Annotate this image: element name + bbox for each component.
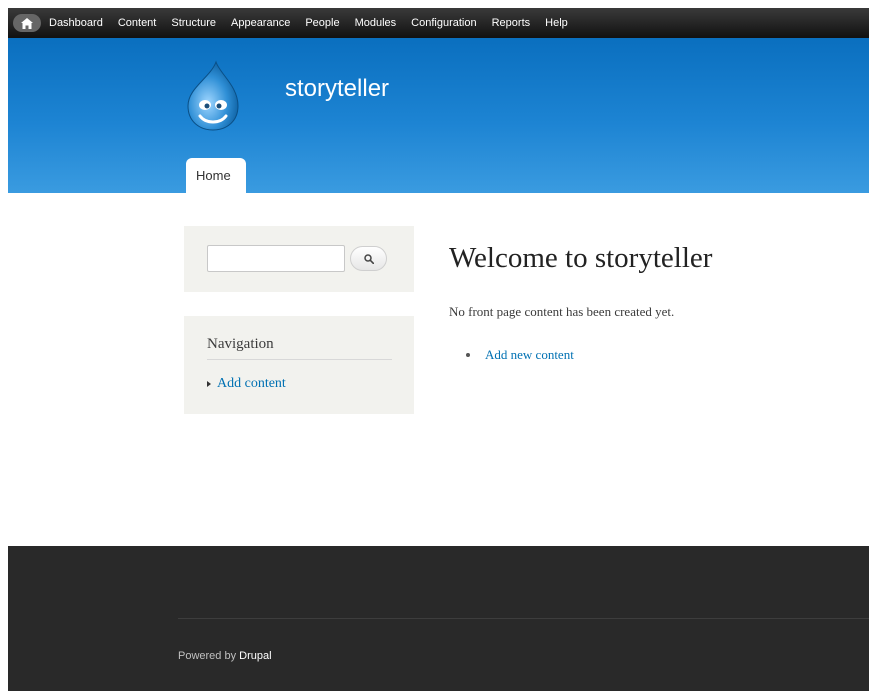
search-input[interactable] [207, 245, 345, 272]
navigation-block: Navigation Add content [184, 316, 414, 414]
toolbar-dashboard[interactable]: Dashboard [49, 17, 103, 29]
toolbar-structure[interactable]: Structure [171, 17, 216, 29]
admin-toolbar: Dashboard Content Structure Appearance P… [8, 8, 869, 38]
toolbar-content[interactable]: Content [118, 17, 157, 29]
add-new-content-link[interactable]: Add new content [485, 347, 574, 363]
site-footer: Powered by Drupal [8, 546, 869, 691]
toolbar-configuration[interactable]: Configuration [411, 17, 476, 29]
nav-item-label[interactable]: Add content [217, 376, 286, 392]
bullet-icon [466, 353, 470, 357]
site-name[interactable]: storyteller [285, 75, 389, 103]
empty-content-message: No front page content has been created y… [449, 304, 675, 319]
footer-divider [178, 618, 869, 619]
page-title: Welcome to storyteller [449, 242, 713, 274]
drupal-logo-icon[interactable] [186, 60, 240, 132]
footer-credit: Powered by Drupal [178, 650, 272, 662]
search-block [184, 226, 414, 292]
toolbar-reports[interactable]: Reports [492, 17, 531, 29]
triangle-bullet-icon [207, 381, 211, 387]
toolbar-appearance[interactable]: Appearance [231, 17, 290, 29]
tab-home[interactable]: Home [186, 158, 246, 193]
drupal-link[interactable]: Drupal [239, 650, 271, 662]
nav-item-add-content[interactable]: Add content [207, 376, 286, 392]
navigation-title: Navigation [207, 336, 392, 360]
site-header: storyteller Home [8, 38, 869, 193]
toolbar-modules[interactable]: Modules [355, 17, 397, 29]
toolbar-people[interactable]: People [305, 17, 339, 29]
home-button[interactable] [13, 14, 41, 32]
search-icon [363, 253, 374, 264]
search-button[interactable] [350, 246, 387, 271]
home-icon [21, 17, 33, 29]
toolbar-help[interactable]: Help [545, 17, 568, 29]
list-item: Add new content [466, 347, 574, 363]
footer-prefix: Powered by [178, 650, 240, 662]
